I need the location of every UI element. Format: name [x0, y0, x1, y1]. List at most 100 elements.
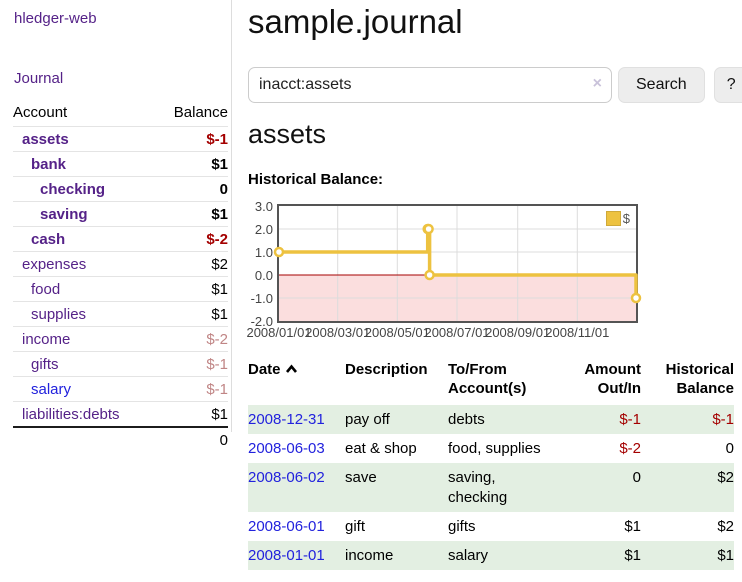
x-axis-tick: 2008/03/01	[305, 325, 370, 340]
x-axis-tick: 2008/11/01	[545, 325, 609, 340]
account-row: salary $-1	[13, 377, 228, 402]
search-button[interactable]: Search	[618, 67, 705, 103]
register-col-date[interactable]: Date	[248, 356, 345, 405]
sidebar-account-salary[interactable]: salary	[31, 381, 71, 398]
register-amount: $-1	[563, 405, 641, 434]
sort-ascending-icon	[285, 360, 298, 379]
sidebar-account-income[interactable]: income	[22, 331, 70, 348]
main-content: sample.journal × Search ? assets Histori…	[248, 0, 742, 570]
sidebar-account-cash[interactable]: cash	[31, 231, 65, 248]
register-balance: $2	[641, 512, 734, 541]
register-date-link[interactable]: 2008-12-31	[248, 411, 325, 428]
register-balance: $2	[641, 463, 734, 512]
register-accounts: saving, checking	[448, 463, 563, 512]
help-button[interactable]: ?	[714, 67, 742, 103]
account-balance: $-1	[155, 377, 228, 402]
data-point-marker[interactable]	[632, 294, 640, 302]
register-row: 2008-06-01 giftgifts$1$2	[248, 512, 734, 541]
register-col-accounts[interactable]: To/From Account(s)	[448, 356, 563, 405]
register-row: 2008-12-31pay offdebts$-1$-1	[248, 405, 734, 434]
account-row: cash $-2	[13, 227, 228, 252]
register-col-balance[interactable]: Historical Balance	[641, 356, 734, 405]
x-axis-tick: 2008/07/01	[424, 325, 489, 340]
sidebar-account-liabilities-debts[interactable]: liabilities:debts	[22, 406, 120, 423]
sidebar-account-expenses[interactable]: expenses	[22, 256, 86, 273]
register-description: gift	[345, 512, 448, 541]
account-row: income$-2	[13, 327, 228, 352]
account-heading: assets	[248, 119, 742, 150]
register-row: 2008-06-02savesaving, checking0$2	[248, 463, 734, 512]
y-axis-tick: 1.0	[245, 246, 273, 259]
account-balance: 0	[155, 177, 228, 202]
account-balance: $1	[155, 152, 228, 177]
chart-svg	[279, 206, 636, 321]
sidebar: hledger-web Journal Account Balance asse…	[0, 0, 232, 432]
register-description: save	[345, 463, 448, 512]
x-axis-tick: 2008/05/01	[365, 325, 430, 340]
account-balance: $-2	[155, 227, 228, 252]
register-description: eat & shop	[345, 434, 448, 463]
accounts-table: Account Balance assets $-1 bank $1 checking 0…	[13, 103, 228, 452]
account-row: bank $1	[13, 152, 228, 177]
historical-balance-chart[interactable]: $3.02.01.00.0-1.0-2.02008/01/012008/03/0…	[248, 197, 742, 339]
register-amount: $1	[563, 512, 641, 541]
chart-legend: $	[605, 211, 631, 226]
register-col-description[interactable]: Description	[345, 356, 448, 405]
data-point-marker[interactable]	[425, 225, 433, 233]
account-balance: $1	[155, 402, 228, 428]
register-row: 2008-06-03 eat & shopfood, supplies$-20	[248, 434, 734, 463]
account-balance: $-1	[155, 127, 228, 152]
register-date-link[interactable]: 2008-06-02	[248, 469, 325, 486]
register-row: 2008-01-01incomesalary$1$1	[248, 541, 734, 570]
y-axis-tick: -1.0	[245, 292, 273, 305]
chart-title: Historical Balance:	[248, 171, 742, 188]
register-description: income	[345, 541, 448, 570]
accounts-col-balance: Balance	[155, 103, 228, 127]
clear-search-icon[interactable]: ×	[593, 75, 602, 93]
register-description: pay off	[345, 405, 448, 434]
accounts-total-balance: 0	[155, 427, 228, 452]
x-axis-tick: 2008/01/01	[246, 325, 311, 340]
y-axis-tick: 2.0	[245, 223, 273, 236]
sidebar-account-bank[interactable]: bank	[31, 156, 66, 173]
sidebar-account-assets[interactable]: assets	[22, 131, 69, 148]
account-balance: $1	[155, 302, 228, 327]
account-balance: $-1	[155, 352, 228, 377]
register-accounts: gifts	[448, 512, 563, 541]
register-date-link[interactable]: 2008-06-03	[248, 440, 325, 457]
search-input[interactable]	[248, 67, 612, 103]
x-axis-tick: 2008/09/01	[485, 325, 550, 340]
accounts-col-account: Account	[13, 103, 155, 127]
legend-label: $	[623, 211, 630, 226]
data-point-marker[interactable]	[275, 248, 283, 256]
register-accounts: salary	[448, 541, 563, 570]
data-point-marker[interactable]	[426, 271, 434, 279]
register-balance: $1	[641, 541, 734, 570]
app-brand-link[interactable]: hledger-web	[14, 10, 231, 27]
account-row: supplies $1	[13, 302, 228, 327]
sidebar-account-checking[interactable]: checking	[40, 181, 105, 198]
nav-journal-link[interactable]: Journal	[14, 70, 231, 87]
register-accounts: food, supplies	[448, 434, 563, 463]
account-row: liabilities:debts $1	[13, 402, 228, 428]
sidebar-account-supplies[interactable]: supplies	[31, 306, 86, 323]
register-balance: 0	[641, 434, 734, 463]
register-amount: $-2	[563, 434, 641, 463]
account-row: expenses $2	[13, 252, 228, 277]
sidebar-account-food[interactable]: food	[31, 281, 60, 298]
register-date-link[interactable]: 2008-06-01	[248, 518, 325, 535]
account-row: checking 0	[13, 177, 228, 202]
register-accounts: debts	[448, 405, 563, 434]
account-balance: $1	[155, 277, 228, 302]
chart-plot-area[interactable]: $3.02.01.00.0-1.0-2.02008/01/012008/03/0…	[277, 204, 638, 323]
sidebar-account-gifts[interactable]: gifts	[31, 356, 59, 373]
y-axis-tick: 0.0	[245, 269, 273, 282]
legend-swatch-icon	[606, 211, 621, 226]
accounts-total-row: 0	[13, 427, 228, 452]
account-balance: $2	[155, 252, 228, 277]
register-date-link[interactable]: 2008-01-01	[248, 547, 325, 564]
sidebar-account-saving[interactable]: saving	[40, 206, 88, 223]
y-axis-tick: 3.0	[245, 200, 273, 213]
register-col-amount[interactable]: Amount Out/In	[563, 356, 641, 405]
account-balance: $1	[155, 202, 228, 227]
